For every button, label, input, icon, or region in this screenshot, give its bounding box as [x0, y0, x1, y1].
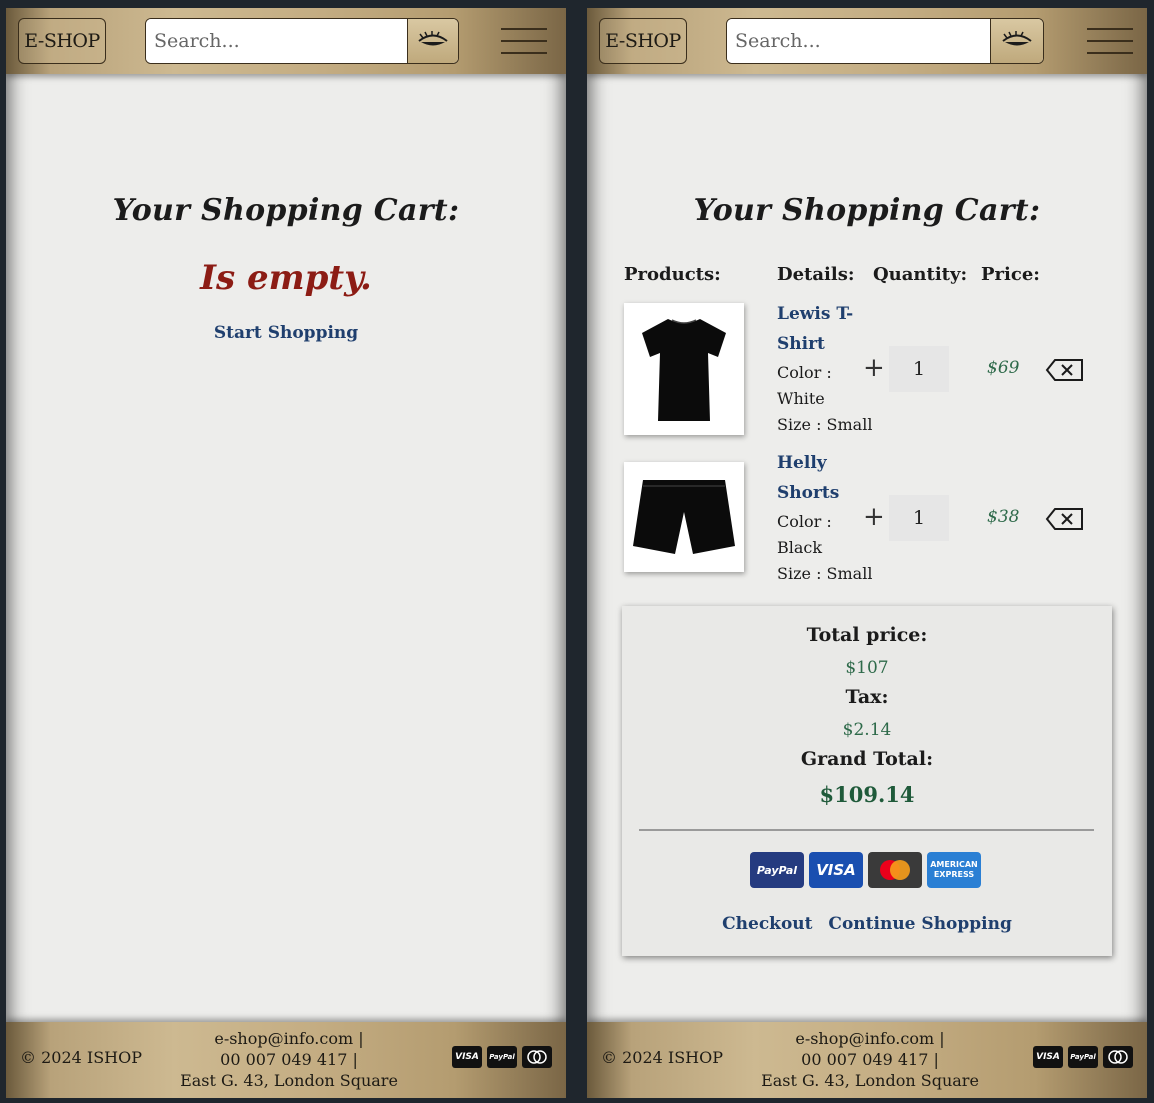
product-name-link[interactable]: Helly Shorts — [777, 448, 857, 508]
footer-copyright: © 2024 ISHOP — [20, 1048, 143, 1067]
logo-button[interactable]: E-SHOP — [18, 18, 106, 64]
logo-button[interactable]: E-SHOP — [599, 18, 687, 64]
footer: © 2024 ISHOP e-shop@info.com | 00 007 04… — [6, 1022, 566, 1098]
page-title: Your Shopping Cart: — [693, 193, 1041, 228]
page-title: Your Shopping Cart: — [112, 193, 460, 228]
quantity-input[interactable]: 1 — [889, 495, 949, 541]
visa-icon: VISA — [452, 1046, 482, 1068]
search-bar — [726, 18, 1044, 64]
column-header-details: Details: — [777, 264, 855, 285]
summary-divider — [639, 829, 1094, 831]
search-bar — [145, 18, 459, 64]
checkout-link[interactable]: Checkout — [722, 914, 812, 934]
search-input[interactable] — [727, 19, 990, 63]
footer-copyright: © 2024 ISHOP — [601, 1048, 724, 1067]
product-name-link[interactable]: Lewis T-Shirt — [777, 299, 857, 359]
footer-phone: 00 007 049 417 | — [220, 1050, 358, 1069]
tax-label: Tax: — [845, 686, 889, 708]
hamburger-menu-icon[interactable] — [1087, 28, 1133, 54]
eye-icon — [418, 31, 448, 46]
top-navbar: E-SHOP — [587, 8, 1147, 74]
footer-phone: 00 007 049 417 | — [801, 1050, 939, 1069]
filled-cart-screen: E-SHOP Your Shopping Cart: Products: Det… — [587, 8, 1147, 1098]
increase-quantity-icon[interactable]: + — [863, 353, 885, 383]
footer-email[interactable]: e-shop@info.com | — [174, 1028, 404, 1049]
item-price: $38 — [987, 507, 1020, 527]
order-summary-panel: Total price: $107 Tax: $2.14 Grand Total… — [622, 606, 1112, 956]
footer-address: East G. 43, London Square — [180, 1071, 398, 1090]
summary-links: Checkout Continue Shopping — [622, 914, 1112, 934]
mastercard-icon — [1103, 1046, 1133, 1068]
empty-cart-screen: E-SHOP Your Shopping Cart: Is empty. Sta… — [6, 8, 566, 1098]
amex-icon: AMERICAN EXPRESS — [927, 852, 981, 888]
empty-cart-message: Is empty. — [200, 258, 372, 298]
footer-address: East G. 43, London Square — [761, 1071, 979, 1090]
paypal-icon: PayPal — [1068, 1046, 1098, 1068]
shorts-icon — [633, 480, 735, 554]
increase-quantity-icon[interactable]: + — [863, 502, 885, 532]
footer-card-icons: VISA PayPal — [452, 1046, 552, 1068]
top-navbar: E-SHOP — [6, 8, 566, 74]
paypal-icon: PayPal — [750, 852, 804, 888]
total-price-value: $107 — [845, 658, 889, 678]
column-header-quantity: Quantity: — [873, 264, 968, 285]
column-header-products: Products: — [624, 264, 721, 285]
column-header-price: Price: — [981, 264, 1040, 285]
payment-methods: PayPal VISA AMERICAN EXPRESS — [750, 852, 981, 888]
product-image-shorts[interactable] — [624, 462, 744, 572]
grand-total-label: Grand Total: — [800, 748, 934, 770]
start-shopping-link[interactable]: Start Shopping — [6, 323, 566, 343]
quantity-input[interactable]: 1 — [889, 346, 949, 392]
footer: © 2024 ISHOP e-shop@info.com | 00 007 04… — [587, 1022, 1147, 1098]
mastercard-icon — [522, 1046, 552, 1068]
paypal-icon: PayPal — [487, 1046, 517, 1068]
eye-icon — [1002, 31, 1032, 46]
hamburger-menu-icon[interactable] — [501, 28, 547, 54]
footer-contact: e-shop@info.com | 00 007 049 417 | East … — [174, 1028, 404, 1091]
footer-card-icons: VISA PayPal — [1033, 1046, 1133, 1068]
search-input[interactable] — [146, 19, 407, 63]
tax-value: $2.14 — [842, 720, 892, 740]
remove-item-icon[interactable] — [1045, 358, 1085, 386]
footer-contact: e-shop@info.com | 00 007 049 417 | East … — [755, 1028, 985, 1091]
visa-icon: VISA — [1033, 1046, 1063, 1068]
search-button[interactable] — [990, 19, 1043, 63]
continue-shopping-link[interactable]: Continue Shopping — [828, 914, 1011, 934]
product-details: Color : White Size : Small — [777, 363, 873, 434]
mastercard-icon — [868, 852, 922, 888]
grand-total-value: $109.14 — [819, 782, 915, 807]
item-price: $69 — [987, 358, 1020, 378]
product-details: Color : Black Size : Small — [777, 512, 873, 583]
remove-item-icon[interactable] — [1045, 507, 1085, 535]
visa-icon: VISA — [809, 852, 863, 888]
footer-email[interactable]: e-shop@info.com | — [755, 1028, 985, 1049]
tshirt-icon — [642, 319, 726, 421]
product-image-tshirt[interactable] — [624, 303, 744, 435]
total-price-label: Total price: — [806, 624, 928, 646]
search-button[interactable] — [407, 19, 458, 63]
